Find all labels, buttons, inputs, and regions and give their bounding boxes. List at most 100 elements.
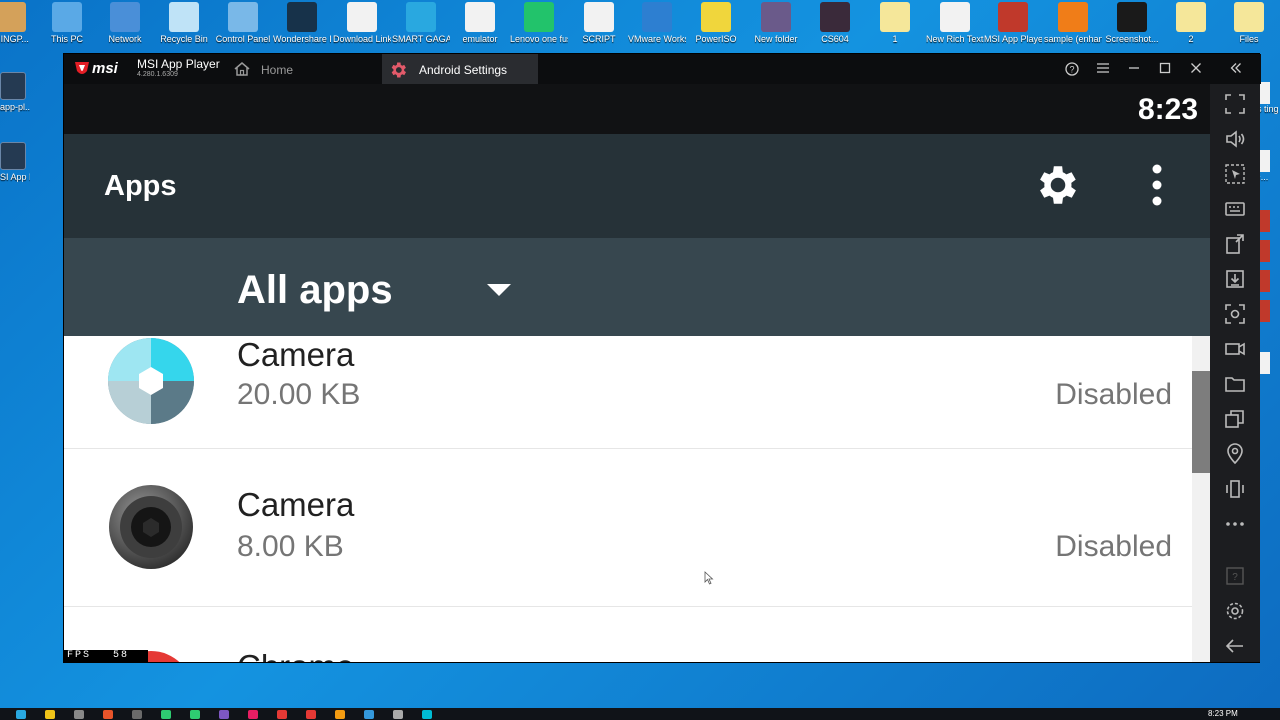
overflow-menu-button[interactable] [1145,162,1169,208]
taskbar-app-icon[interactable] [306,710,316,719]
desktop-icon-label: Lenovo one fusion ap... [510,34,568,44]
taskbar-app-icon[interactable] [422,710,432,719]
maximize-button[interactable] [1155,59,1175,79]
desktop-shortcut-icon [465,2,495,32]
desktop-icon-label: Network [108,34,142,44]
taskbar-app-icon[interactable] [103,710,113,719]
taskbar-app-icon[interactable] [277,710,287,719]
desktop-icon[interactable]: Wondershare Filmora 12 [273,0,331,56]
msi-app-player-window: msi MSI App Player 4.280.1.6309 Home And… [63,53,1261,663]
location-button[interactable] [1223,442,1247,466]
taskbar-app-icon[interactable] [248,710,258,719]
desktop-icon-msi-app-player[interactable]: SI App Player [0,140,30,194]
title-bar[interactable]: msi MSI App Player 4.280.1.6309 Home And… [64,54,1261,84]
desktop-icon[interactable]: New Rich Text Doc... [926,0,984,56]
screenshot-button[interactable] [1223,302,1247,326]
desktop-icon[interactable]: CS604 [806,0,864,56]
back-icon [1225,639,1243,653]
desktop-icon[interactable]: New folder [747,0,805,56]
keyboard-icon [1225,202,1245,216]
desktop-icon[interactable]: MINGP... [0,0,40,56]
volume-button[interactable] [1223,127,1247,151]
shake-button[interactable] [1223,477,1247,501]
home-icon [234,62,250,76]
menu-button[interactable] [1093,59,1113,79]
taskbar-app-icon[interactable] [364,710,374,719]
install-apk-icon [1226,234,1244,254]
settings-button[interactable] [1223,599,1247,623]
minimize-button[interactable] [1124,59,1144,79]
help-button[interactable]: ? [1062,59,1082,79]
app-list-item[interactable]: Camera 20.00 KB Disabled [64,296,1194,449]
page-title: Apps [104,170,177,202]
desktop-icon-label: VMware Workstati... [628,34,686,44]
taskbar-app-icon[interactable] [219,710,229,719]
back-button[interactable] [1223,634,1247,658]
tab-label: Home [261,63,294,77]
keyboard-button[interactable] [1223,197,1247,221]
folder-button[interactable] [1223,372,1247,396]
tab-android-settings[interactable]: Android Settings [382,54,538,84]
scrollbar-thumb[interactable] [1192,371,1210,473]
app-size: 20.00 KB [237,378,361,411]
tab-home[interactable]: Home [229,54,379,84]
desktop-icon[interactable]: SCRIPT [570,0,628,56]
app-list-item[interactable]: Camera 8.00 KB Disabled [64,450,1194,607]
taskbar-app-icon[interactable] [161,710,171,719]
desktop-icon[interactable]: emulator [451,0,509,56]
desktop-shortcut-icon [584,2,614,32]
desktop-icon[interactable]: 2 [1162,0,1220,56]
desktop-icon[interactable]: Recycle Bin [155,0,213,56]
desktop-icon[interactable]: Download Link [333,0,391,56]
desktop-icon[interactable]: SMART GAGA LITE [392,0,450,56]
desktop-icon[interactable]: VMware Workstati... [628,0,686,56]
desktop-icon[interactable]: Screenshot... [1103,0,1161,56]
maximize-icon [1159,62,1171,74]
desktop-icon-app-player[interactable]: app-pl... [0,70,30,124]
multi-instance-button[interactable] [1223,407,1247,431]
desktop-icon[interactable]: Control Panel [214,0,272,56]
desktop-shortcut-icon [52,2,82,32]
install-apk-button[interactable] [1223,232,1247,256]
desktop-icon-label: SMART GAGA LITE [392,34,450,44]
desktop-icon[interactable]: Lenovo one fusion ap... [510,0,568,56]
record-button[interactable] [1223,337,1247,361]
taskbar-app-icon[interactable] [335,710,345,719]
taskbar-app-icon[interactable] [74,710,84,719]
camera-aperture-icon [108,338,194,424]
help-button[interactable]: ? [1223,564,1247,588]
desktop-shortcut-icon [287,2,317,32]
desktop-icon-label: CS604 [821,34,849,44]
desktop-icon[interactable]: MSI App Player 5.12... [984,0,1042,56]
desktop-icon[interactable]: Network [96,0,154,56]
app-settings-button[interactable] [1033,160,1083,210]
fullscreen-button[interactable] [1223,92,1247,116]
desktop-shortcut-icon [1117,2,1147,32]
minimize-icon [1129,67,1139,69]
desktop-icon[interactable]: This PC [38,0,96,56]
desktop-icon-label: MSI App Player 5.12... [984,34,1042,44]
desktop-icon[interactable]: PowerISO [687,0,745,56]
collapse-sidebar-button[interactable] [1226,59,1246,79]
taskbar-app-icon[interactable] [190,710,200,719]
taskbar-app-icon[interactable] [16,710,26,719]
desktop-icon[interactable]: sample (enhanced) [1044,0,1102,56]
settings-icon [1226,602,1244,620]
taskbar-app-icon[interactable] [45,710,55,719]
import-file-button[interactable] [1223,267,1247,291]
app-player-icon [0,72,26,100]
desktop-icon-label: app-pl... [0,102,30,112]
more-button[interactable] [1223,512,1247,536]
taskbar-app-icon[interactable] [393,710,403,719]
import-file-icon [1226,270,1244,288]
close-button[interactable] [1186,59,1206,79]
desktop-shortcut-icon [1234,2,1264,32]
status-clock: 8:23 [1137,93,1198,126]
status-bar: 8:23 [64,84,1210,134]
pointer-button[interactable] [1223,162,1247,186]
app-list-item[interactable]: Chrome [64,608,1194,662]
desktop-icon[interactable]: Files [1220,0,1278,56]
taskbar-app-icon[interactable] [132,710,142,719]
windows-taskbar: 8:23 PM [0,708,1280,720]
desktop-icon[interactable]: 1 [866,0,924,56]
